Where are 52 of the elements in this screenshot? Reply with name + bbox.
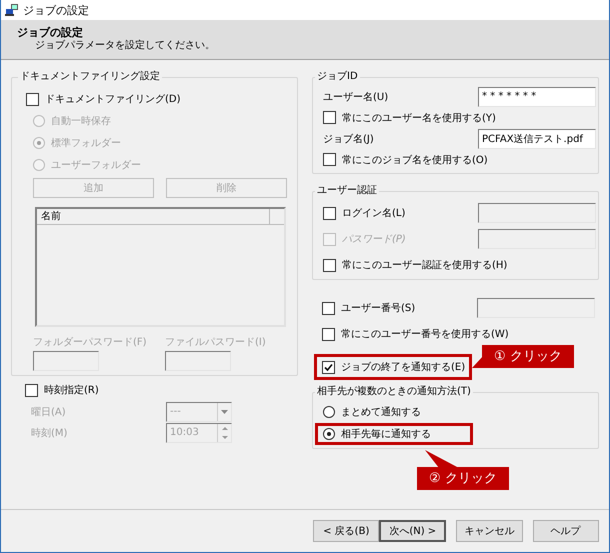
input-field[interactable]: * * * * * * * [478, 86, 596, 106]
password-field[interactable] [33, 351, 99, 371]
checkbox-label: ログイン名(L) [342, 207, 406, 220]
checkbox-label: ユーザー番号(S) [341, 302, 416, 315]
checkbox-label: 常にこのユーザー認証を使用する(H) [342, 258, 508, 272]
field-label: ファイルパスワード(I) [165, 336, 267, 349]
radio-label: ユーザーフォルダー [51, 159, 141, 172]
checkbox[interactable] [322, 360, 335, 374]
radio-button[interactable] [323, 428, 335, 440]
checkbox[interactable] [26, 92, 39, 106]
field-label: フォルダーパスワード(F) [33, 336, 148, 349]
checkbox[interactable] [323, 111, 336, 124]
folder-list[interactable]: 名前 [35, 207, 286, 327]
checkbox[interactable] [25, 384, 38, 396]
radio-label: 相手先毎に通知する [341, 428, 431, 441]
dialog-button[interactable]: < 戻る(B) [313, 520, 380, 542]
radio-button[interactable] [323, 406, 335, 418]
group-title: ジョブID [316, 71, 359, 83]
header-title: ジョブの設定 [17, 26, 84, 39]
callout-pointer [472, 355, 484, 368]
app-icon [5, 3, 19, 17]
input-field[interactable]: PCFAX送信テスト.pdf [478, 128, 596, 148]
checkbox[interactable] [323, 258, 336, 272]
checkbox-label: 常にこのユーザー名を使用する(Y) [342, 112, 496, 124]
checkbox-label: パスワード(P) [342, 233, 407, 246]
dialog-button[interactable]: 次へ(N) > [379, 520, 446, 542]
checkbox[interactable] [323, 153, 336, 166]
field-label: 時刻(M) [31, 426, 68, 440]
field-label: ジョブ名(J) [323, 132, 374, 146]
field-label: ユーザー名(U) [323, 90, 388, 104]
callout-pointer [425, 450, 459, 468]
checkbox-label: 時刻指定(R) [44, 384, 99, 397]
checkbox-label: 常にこのジョブ名を使用する(O) [342, 154, 488, 166]
radio-label: 標準フォルダー [51, 136, 121, 150]
checkbox[interactable] [323, 206, 336, 220]
group-title: ドキュメントファイリング設定 [19, 71, 161, 83]
checkbox-label: ドキュメントファイリング(D) [45, 93, 181, 106]
radio-label: まとめて通知する [341, 406, 421, 419]
window-title: ジョブの設定 [23, 2, 89, 18]
group-title: ユーザー認証 [316, 185, 378, 197]
dialog-button[interactable]: ヘルプ [532, 520, 599, 542]
checkbox[interactable] [322, 328, 335, 340]
checkbox[interactable] [322, 302, 335, 314]
dialog-button[interactable]: キャンセル [456, 520, 522, 542]
dropdown-arrow-icon[interactable] [221, 410, 228, 414]
radio-label: 自動一時保存 [51, 114, 111, 128]
group-title: 相手先が複数のときの通知方法(T) [316, 386, 472, 398]
password-field[interactable] [165, 351, 231, 371]
checkbox-label: ジョブの終了を通知する(E) [341, 360, 466, 374]
header-subtitle: ジョブパラメータを設定してください。 [34, 39, 216, 52]
checkbox-label: 常にこのユーザー番号を使用する(W) [341, 328, 509, 341]
field-label: 曜日(A) [31, 406, 66, 418]
